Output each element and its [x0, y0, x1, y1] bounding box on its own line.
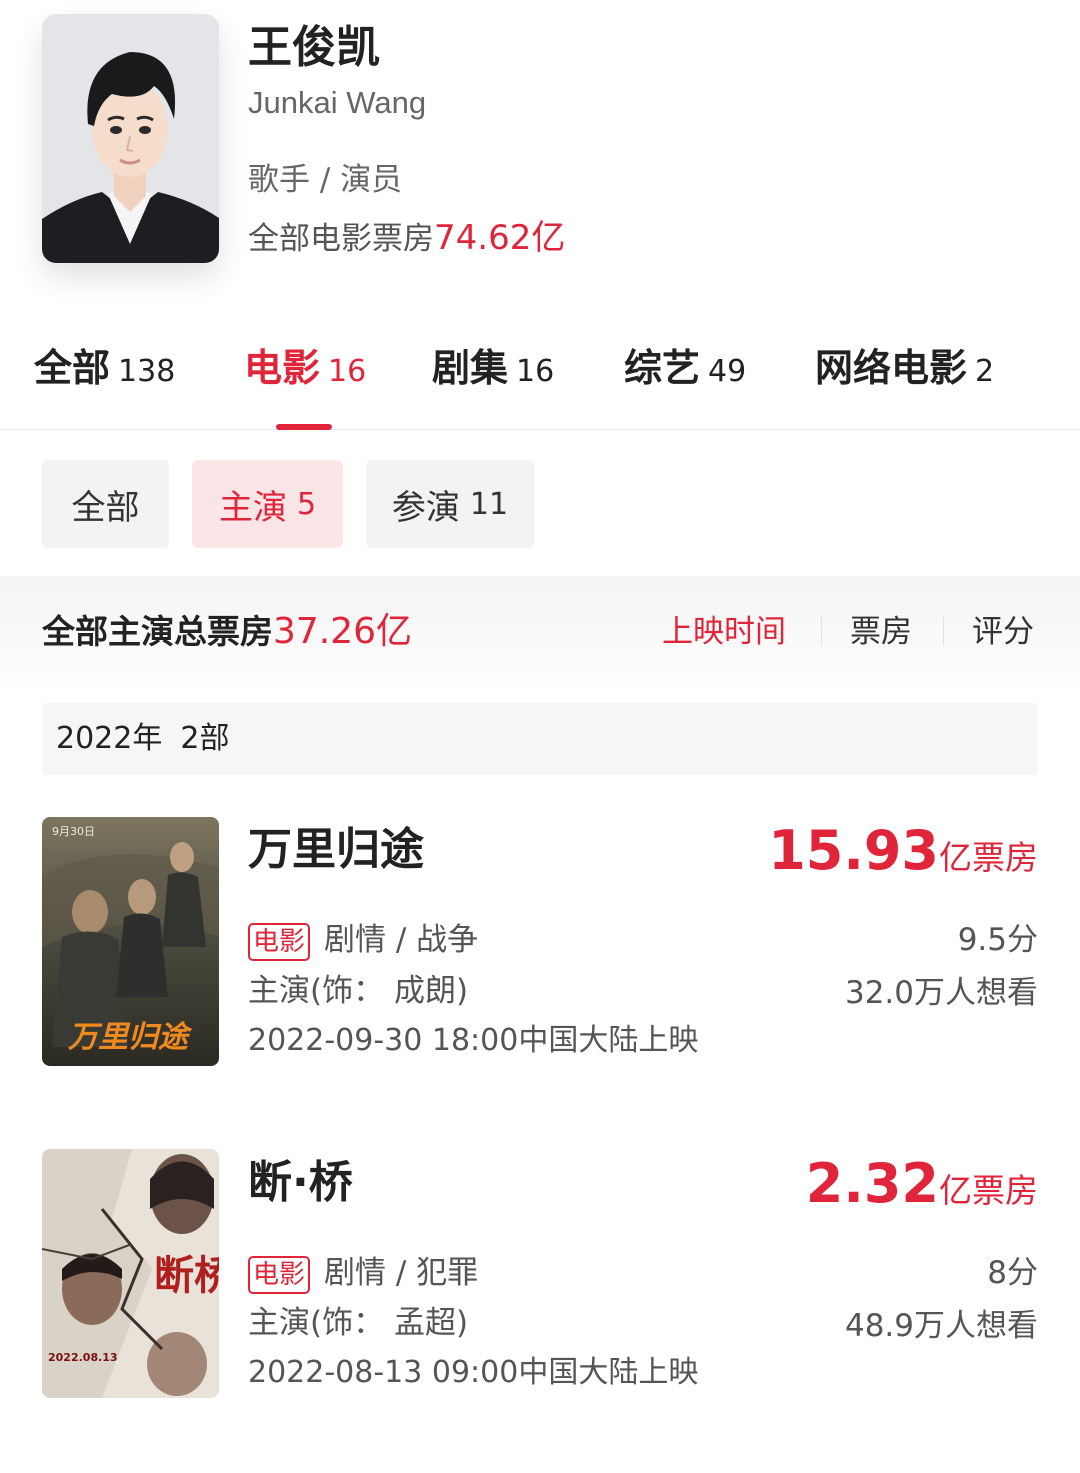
movie-release: 2022-08-13 09:00中国大陆上映	[248, 1355, 699, 1390]
movie-genre: 剧情 / 犯罪	[324, 1255, 479, 1291]
movie-genre: 剧情 / 战争	[324, 922, 479, 958]
category-tabs: 全部 138 电影 16 剧集 16 综艺 49 网络电影 2	[0, 332, 1080, 430]
movie-want-count: 32.0万人想看	[844, 975, 1038, 1011]
active-tab-indicator	[276, 424, 332, 430]
tab-count: 16	[328, 354, 367, 389]
divider	[943, 616, 944, 646]
artist-english-name: Junkai Wang	[248, 85, 427, 120]
chip-lead[interactable]: 主演 5	[192, 460, 343, 548]
tab-series[interactable]: 剧集 16	[432, 342, 554, 398]
tab-count: 16	[516, 354, 555, 389]
avatar-portrait	[42, 14, 219, 263]
movie-type-tag: 电影	[248, 922, 311, 961]
total-box-office: 全部电影票房74.62亿	[248, 215, 565, 262]
tab-all[interactable]: 全部 138	[34, 342, 175, 398]
box-office-value: 2.32	[805, 1152, 939, 1215]
movie-box-office: 2.32亿票房	[806, 1149, 1038, 1226]
movie-title[interactable]: 万里归途	[248, 820, 424, 880]
tab-movies[interactable]: 电影 16	[244, 342, 366, 398]
sort-by-rating[interactable]: 评分	[972, 610, 1034, 654]
tab-label: 网络电影	[815, 346, 968, 390]
movie-type-tag: 电影	[248, 1255, 311, 1294]
tab-label: 电影	[244, 346, 321, 390]
chip-count: 11	[469, 486, 509, 522]
poster-image-1: 万里归途 9月30日	[42, 817, 219, 1066]
chip-label: 全部	[71, 487, 140, 528]
divider	[821, 616, 822, 646]
chip-count: 5	[296, 486, 317, 522]
box-office-unit: 亿票房	[939, 838, 1038, 877]
year-count: 2部	[180, 721, 230, 756]
lead-total-box-office: 全部主演总票房37.26亿	[42, 608, 412, 656]
movie-box-office: 15.93亿票房	[768, 816, 1038, 893]
poster-date-1: 9月30日	[52, 825, 95, 838]
total-box-office-label: 全部电影票房	[248, 221, 434, 257]
tab-label: 综艺	[624, 346, 701, 390]
box-office-unit: 亿票房	[939, 1171, 1038, 1210]
total-box-office-value: 74.62亿	[434, 218, 566, 258]
tab-label: 剧集	[432, 346, 509, 390]
avatar	[42, 14, 219, 263]
movie-poster[interactable]: 万里归途 9月30日	[42, 817, 219, 1066]
artist-name: 王俊凯	[248, 22, 380, 73]
chip-label: 主演	[218, 487, 287, 528]
tab-count: 138	[118, 354, 176, 389]
movie-score: 9.5分	[957, 922, 1038, 958]
chip-all[interactable]: 全部	[42, 460, 169, 548]
sort-by-box-office[interactable]: 票房	[850, 610, 912, 654]
movie-score: 8分	[987, 1255, 1038, 1291]
summary-label: 全部主演总票房	[42, 612, 273, 651]
movie-poster[interactable]: 断桥 2022.08.13	[42, 1149, 219, 1398]
summary-value: 37.26亿	[273, 611, 413, 652]
box-office-value: 15.93	[768, 819, 939, 882]
tab-web-movies[interactable]: 网络电影 2	[815, 342, 994, 398]
poster-title-1: 万里归途	[67, 1020, 193, 1055]
tab-count: 2	[975, 354, 995, 389]
movie-release: 2022-09-30 18:00中国大陆上映	[248, 1023, 699, 1058]
movie-want-count: 48.9万人想看	[844, 1308, 1038, 1344]
movie-role: 主演(饰： 孟超)	[248, 1305, 469, 1341]
chip-label: 参演	[391, 487, 460, 528]
poster-title-2: 断桥	[154, 1252, 219, 1299]
year-group-header: 2022年 2部	[42, 703, 1038, 775]
movie-genre-line: 电影 剧情 / 犯罪	[248, 1251, 478, 1295]
poster-date-2: 2022.08.13	[48, 1351, 118, 1364]
artist-role: 歌手 / 演员	[248, 162, 403, 198]
sort-by-release[interactable]: 上映时间	[662, 610, 786, 654]
tab-label: 全部	[34, 346, 111, 390]
movie-role: 主演(饰： 成朗)	[248, 973, 469, 1009]
chip-supporting[interactable]: 参演 11	[366, 460, 534, 548]
tab-count: 49	[708, 354, 747, 389]
movie-genre-line: 电影 剧情 / 战争	[248, 918, 478, 962]
poster-image-2: 断桥 2022.08.13	[42, 1149, 219, 1398]
year-label: 2022年	[56, 721, 163, 756]
movie-title[interactable]: 断·桥	[248, 1153, 353, 1213]
tab-variety[interactable]: 综艺 49	[624, 342, 746, 398]
